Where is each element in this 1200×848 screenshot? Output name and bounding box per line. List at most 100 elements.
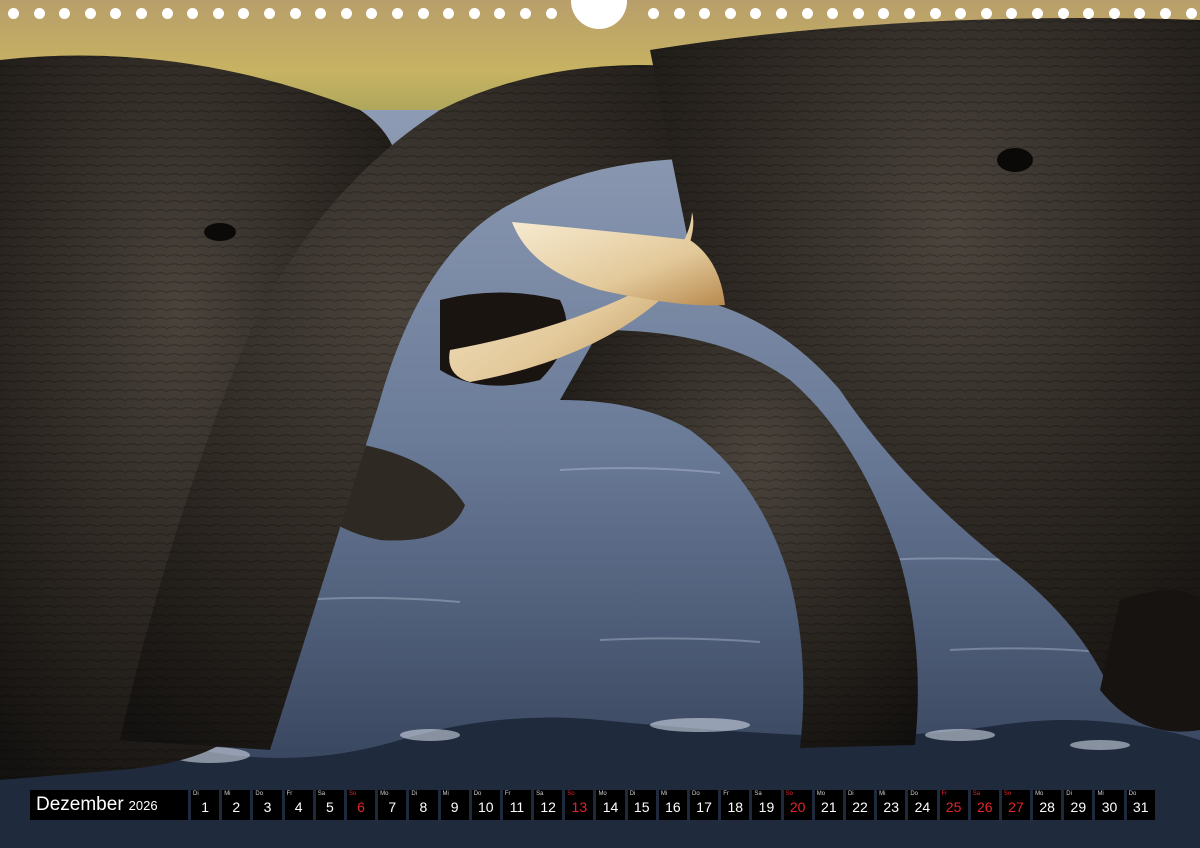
day-number: 11 [509,799,525,815]
weekday-label: Mi [1097,791,1104,797]
day-number: 16 [665,799,681,815]
day-number: 8 [419,799,428,815]
binding-hole [955,8,966,19]
weekday-label: Di [193,791,199,797]
day-cell: Mi 2 [222,790,251,820]
binding-hole [264,8,275,19]
binding-hole [341,8,352,19]
day-cell: Mo 14 [596,790,625,820]
binding-hole [853,8,864,19]
weekday-label: Fr [941,791,948,797]
weekday-label: Mi [224,791,231,797]
weekday-label: So [785,791,793,797]
weekday-label: Di [411,791,417,797]
day-cell: Mo 21 [814,790,843,820]
binding-hole [1083,8,1094,19]
day-number: 10 [477,799,494,815]
binding-hole [1058,8,1069,19]
binding-hole [1186,8,1197,19]
day-number: 18 [727,799,744,815]
binding-hole [546,8,557,19]
day-cell: Sa 19 [752,790,781,820]
day-number: 22 [852,799,868,815]
day-cell: Do 31 [1126,790,1155,820]
binding-hole [725,8,736,19]
day-number: 21 [821,799,837,815]
day-cell: So 6 [346,790,376,820]
day-number: 27 [1008,799,1024,815]
weekday-label: Sa [536,791,544,797]
weekday-label: Di [1066,791,1072,797]
binding-hole [776,8,787,19]
day-cell: Mi 9 [440,790,469,820]
calendar-page: Dezember 2026 Di 1 Mi 2 Do 3 Fr 4 Sa 5 So 6 Mo 7 Di 8 Mi… [0,0,1200,848]
binding-hole [136,8,147,19]
weekday-label: Do [255,791,264,797]
binding-hole [290,8,301,19]
binding-hole [162,8,173,19]
day-number: 23 [883,799,899,815]
elephant-photo [0,0,1200,848]
binding-hole [469,8,480,19]
day-number: 5 [325,799,334,815]
weekday-label: Do [1128,791,1137,797]
binding-hole [213,8,224,19]
binding-hole [59,8,70,19]
binding-hole [930,8,941,19]
binding-hole [315,8,326,19]
weekday-label: Fr [286,791,293,797]
binding-hole [1032,8,1043,19]
weekday-label: Sa [317,791,326,797]
day-number: 7 [388,799,397,815]
month-label: Dezember 2026 [30,790,188,820]
day-number: 19 [758,799,775,815]
day-cell: So 27 [1001,790,1031,820]
day-number: 29 [1070,799,1087,815]
day-cell: Mo 7 [378,790,407,820]
binding-hole [187,8,198,19]
binding-hole [981,8,992,19]
day-cell: So 20 [783,790,812,820]
binding-hole [238,8,249,19]
day-cell: Fr 4 [284,790,313,820]
weekday-label: So [1003,791,1012,797]
day-cell: Do 17 [690,790,719,820]
weekday-label: Di [629,791,636,797]
binding-hole [8,8,19,19]
binding-hole [648,8,659,19]
binding-hole [827,8,838,19]
binding-hole [878,8,889,19]
day-number: 25 [945,799,962,815]
binding-hole [443,8,454,19]
weekday-label: Mi [660,791,668,797]
weekday-label: Mi [879,791,886,797]
day-cell: Di 15 [627,790,656,820]
hanger-hole [571,0,627,29]
binding-hole [392,8,403,19]
day-cell: Mo 28 [1033,790,1062,820]
binding-holes [0,0,1200,30]
calendar-strip: Dezember 2026 Di 1 Mi 2 Do 3 Fr 4 Sa 5 So 6 Mo 7 Di 8 Mi… [30,790,1158,820]
binding-hole [699,8,710,19]
binding-hole [85,8,96,19]
binding-hole [904,8,915,19]
day-cell: Do 10 [471,790,500,820]
day-number: 2 [232,799,241,815]
binding-hole [1109,8,1120,19]
day-number: 20 [789,799,806,815]
day-cell: So 13 [565,790,594,820]
day-number: 17 [696,799,712,815]
day-number: 4 [294,799,303,815]
day-cell: Sa 26 [970,790,999,820]
day-number: 12 [540,799,556,815]
day-cell: Sa 12 [534,790,563,820]
day-number: 3 [263,799,272,815]
weekday-label: Sa [972,791,981,797]
day-number: 26 [976,799,993,815]
weekday-label: Fr [504,791,511,797]
day-cell: Mi 23 [877,790,906,820]
day-cell: Fr 25 [939,790,968,820]
binding-hole [802,8,813,19]
day-number: 31 [1132,799,1149,815]
day-number: 28 [1039,799,1055,815]
